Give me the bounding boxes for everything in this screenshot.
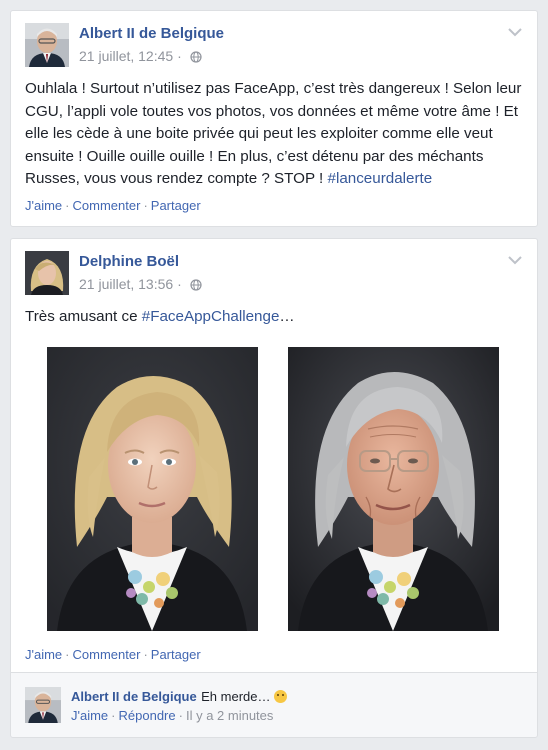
post-card-albert: Albert II de Belgique 21 juillet, 12:45 … xyxy=(10,10,538,227)
chevron-down-icon[interactable] xyxy=(507,27,523,37)
avatar-delphine[interactable] xyxy=(25,251,69,295)
post-actions: J'aime · Commenter · Partager xyxy=(25,647,201,662)
post-card-delphine: Delphine Boël 21 juillet, 13:56 · Très a… xyxy=(10,238,538,672)
post-actions: J'aime · Commenter · Partager xyxy=(25,198,201,213)
post-timestamp[interactable]: 21 juillet, 12:45 xyxy=(79,48,173,64)
share-button[interactable]: Partager xyxy=(151,647,201,662)
post-author[interactable]: Delphine Boël xyxy=(79,253,179,270)
photo-aged[interactable] xyxy=(288,347,499,631)
post-meta: 21 juillet, 12:45 · xyxy=(79,48,202,64)
like-button[interactable]: J'aime xyxy=(25,647,62,662)
comment-like-button[interactable]: J'aime xyxy=(71,708,108,723)
comment-time[interactable]: Il y a 2 minutes xyxy=(186,708,273,723)
comment-section: Albert II de Belgique Eh merde… J'aime · R… xyxy=(10,672,538,738)
reply-button[interactable]: Répondre xyxy=(119,708,176,723)
comment-text: Eh merde… xyxy=(201,689,271,704)
chevron-down-icon[interactable] xyxy=(507,255,523,265)
post-text: Très amusant ce #FaceAppChallenge… xyxy=(25,308,295,325)
post-timestamp[interactable]: 21 juillet, 13:56 xyxy=(79,276,173,292)
post-author[interactable]: Albert II de Belgique xyxy=(79,25,224,42)
post-meta: 21 juillet, 13:56 · xyxy=(79,276,202,292)
comment-button[interactable]: Commenter xyxy=(73,647,141,662)
like-button[interactable]: J'aime xyxy=(25,198,62,213)
globe-icon xyxy=(190,279,202,291)
hashtag-link[interactable]: #lanceurdalerte xyxy=(328,170,433,187)
comment-avatar-albert[interactable] xyxy=(25,687,61,723)
avatar-albert[interactable] xyxy=(25,23,69,67)
hashtag-link[interactable]: #FaceAppChallenge xyxy=(142,308,280,325)
share-button[interactable]: Partager xyxy=(151,198,201,213)
comment-body: Albert II de Belgique Eh merde… xyxy=(71,688,287,706)
worried-face-emoji xyxy=(273,690,287,703)
globe-icon xyxy=(190,51,202,63)
comment-button[interactable]: Commenter xyxy=(73,198,141,213)
comment-author[interactable]: Albert II de Belgique xyxy=(71,689,197,704)
photo-original[interactable] xyxy=(47,347,258,631)
post-text: Ouhlala ! Surtout n’utilisez pas FaceApp… xyxy=(25,80,522,187)
comment-actions: J'aime · Répondre · Il y a 2 minutes xyxy=(71,708,274,723)
